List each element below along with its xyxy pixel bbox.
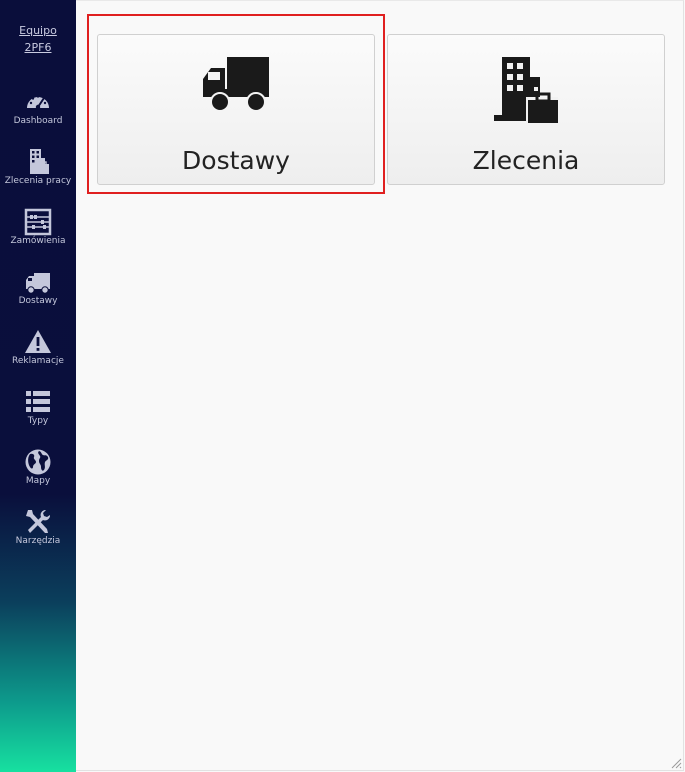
dashboard-gauge-icon xyxy=(27,95,49,110)
warning-icon xyxy=(25,330,51,353)
sidebar-item-label: Narzędzia xyxy=(15,536,61,546)
truck-icon xyxy=(26,273,50,294)
company-name: Equipo xyxy=(19,24,57,37)
resize-grip-icon[interactable] xyxy=(670,757,682,769)
sidebar-item-narzedzia[interactable]: Narzędzia xyxy=(0,508,76,564)
sidebar-item-label: Dashboard xyxy=(13,116,63,126)
building-icon xyxy=(30,149,49,174)
tools-icon xyxy=(26,509,51,533)
sidebar-item-mapy[interactable]: Mapy xyxy=(0,448,76,504)
tile-dostawy[interactable]: Dostawy xyxy=(97,34,375,185)
app-window: Equipo 2PF6 Dashboard Zlecenia pracy Zam… xyxy=(0,0,685,772)
sidebar-item-label: Zamówienia xyxy=(10,236,66,246)
sidebar-item-zamowienia[interactable]: Zamówienia xyxy=(0,208,76,264)
tile-zlecenia[interactable]: Zlecenia xyxy=(387,34,665,185)
sidebar: Equipo 2PF6 Dashboard Zlecenia pracy Zam… xyxy=(0,0,76,772)
sidebar-item-label: Mapy xyxy=(25,476,51,486)
sidebar-item-zlecenia-pracy[interactable]: Zlecenia pracy xyxy=(0,148,76,204)
tile-label: Zlecenia xyxy=(472,146,580,175)
globe-icon xyxy=(25,449,51,475)
company-link[interactable]: Equipo 2PF6 xyxy=(0,22,76,56)
list-icon xyxy=(26,391,50,412)
sidebar-item-dostawy[interactable]: Dostawy xyxy=(0,268,76,324)
building-icon xyxy=(494,57,558,123)
sidebar-item-label: Dostawy xyxy=(18,296,58,306)
tile-label: Dostawy xyxy=(182,146,290,175)
truck-icon xyxy=(203,57,269,112)
sidebar-item-typy[interactable]: Typy xyxy=(0,388,76,444)
abacus-icon xyxy=(24,208,52,236)
sidebar-item-label: Zlecenia pracy xyxy=(4,176,72,186)
company-code: 2PF6 xyxy=(24,41,52,54)
sidebar-item-dashboard[interactable]: Dashboard xyxy=(0,88,76,144)
sidebar-item-label: Typy xyxy=(27,416,49,426)
sidebar-item-reklamacje[interactable]: Reklamacje xyxy=(0,328,76,384)
sidebar-item-label: Reklamacje xyxy=(12,356,64,366)
